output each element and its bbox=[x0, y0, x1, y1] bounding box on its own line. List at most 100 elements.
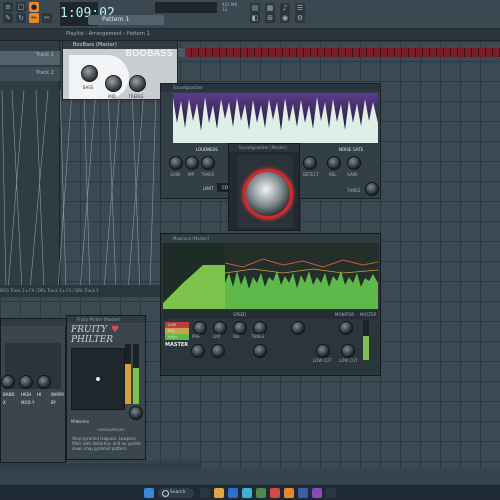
piano-roll-icon[interactable]: ♪ bbox=[280, 3, 290, 13]
playlist-icon[interactable]: ☰ bbox=[295, 3, 305, 13]
cpu-meter bbox=[155, 2, 217, 13]
main-knob[interactable] bbox=[243, 169, 293, 219]
file-icon[interactable]: □ bbox=[16, 2, 26, 12]
limit-label: LIMIT bbox=[203, 186, 214, 191]
window-title[interactable]: Maximus (Master) bbox=[161, 234, 380, 243]
plugin-name: FRUITY PHILTER bbox=[71, 325, 114, 345]
gate-gain-knob[interactable] bbox=[347, 156, 361, 170]
mixer-icon[interactable]: ▤ bbox=[250, 3, 260, 13]
high-knob[interactable] bbox=[19, 375, 33, 389]
track-2-label: Track 2 bbox=[36, 70, 54, 76]
plugin-icon[interactable]: ⊞ bbox=[265, 13, 275, 23]
lmt-label: LMT bbox=[213, 334, 222, 339]
rel-label: REL bbox=[329, 172, 337, 177]
app-icon[interactable] bbox=[256, 488, 266, 498]
app-icon-5[interactable] bbox=[326, 488, 336, 498]
window-title[interactable]: Soundgoodizer bbox=[161, 84, 380, 92]
philter-meter bbox=[125, 344, 131, 404]
band-high[interactable]: HIGH bbox=[165, 334, 189, 340]
edge-icon[interactable] bbox=[228, 488, 238, 498]
master-tab[interactable]: MASTER bbox=[360, 310, 376, 319]
low-cut-knob-2[interactable] bbox=[316, 344, 330, 358]
high-label: HIGH bbox=[21, 392, 32, 397]
noise-gate-label: NOISE GATE bbox=[339, 147, 364, 152]
cpu-value: 441 MB 13 bbox=[222, 2, 238, 12]
boobass-title[interactable]: BooBass (Master) bbox=[63, 41, 177, 49]
window-title[interactable]: Fruity Philter (Master) bbox=[67, 316, 145, 323]
monitor-label[interactable]: MONITOR bbox=[335, 310, 354, 319]
rel-knob[interactable] bbox=[327, 156, 341, 170]
channel-rack-icon[interactable]: ▦ bbox=[265, 3, 275, 13]
detect-label: DETECT bbox=[303, 172, 319, 177]
fl-studio-icon[interactable] bbox=[284, 488, 294, 498]
master-label: MASTER bbox=[165, 342, 189, 348]
mid-knob[interactable] bbox=[105, 75, 122, 92]
spectrum-graph bbox=[163, 243, 378, 309]
paint-icon[interactable]: ✏ bbox=[29, 13, 39, 23]
timeline-ruler[interactable] bbox=[185, 48, 500, 57]
preset-description: Step pyramid lowpass. Lowpass filter wit… bbox=[72, 436, 141, 451]
menu-icon[interactable]: ≡ bbox=[3, 2, 13, 12]
high-cut-knob[interactable] bbox=[341, 344, 355, 358]
thres-label: THRES bbox=[251, 334, 265, 339]
start-icon[interactable] bbox=[144, 488, 154, 498]
pre-knob[interactable] bbox=[193, 321, 207, 335]
low-cut-knob[interactable] bbox=[339, 321, 353, 335]
task-view-icon[interactable] bbox=[200, 488, 210, 498]
mod-y-label: MOD Y bbox=[21, 400, 35, 405]
thres-knob[interactable] bbox=[253, 321, 267, 335]
spectrum-display bbox=[163, 243, 378, 309]
mode-label[interactable]: Midsome bbox=[71, 419, 89, 424]
mp-knob[interactable] bbox=[185, 156, 199, 170]
gain-knob[interactable] bbox=[169, 156, 183, 170]
hi-knob[interactable] bbox=[37, 375, 51, 389]
store-icon[interactable] bbox=[242, 488, 252, 498]
post-knob[interactable] bbox=[191, 344, 205, 358]
dec-knob[interactable] bbox=[253, 344, 267, 358]
loop-icon[interactable]: ↻ bbox=[16, 13, 26, 23]
warm-label: WARM bbox=[51, 392, 64, 397]
file-explorer-icon[interactable] bbox=[214, 488, 224, 498]
xy-handle[interactable] bbox=[96, 377, 100, 381]
record-icon[interactable]: ● bbox=[29, 2, 39, 12]
waveform bbox=[173, 93, 378, 131]
cut-icon[interactable]: ✂ bbox=[42, 13, 52, 23]
mix-knob[interactable] bbox=[211, 344, 225, 358]
lmt-knob[interactable] bbox=[213, 321, 227, 335]
maximus-window: Maximus (Master) SPEED MONITOR MASTER LO… bbox=[160, 233, 381, 376]
panel-header[interactable] bbox=[1, 319, 67, 326]
pre-label: PRE bbox=[192, 334, 200, 339]
status-strip bbox=[0, 463, 200, 471]
bass-knob[interactable] bbox=[81, 65, 98, 82]
main-toolbar: ≡ □ ● ✎ ↻ ✏ ✂ 1:09:02 Pattern 1 441 MB 13… bbox=[0, 0, 500, 29]
window-title[interactable]: Soundgoodizer (Master) bbox=[229, 144, 299, 152]
app-icon-2[interactable] bbox=[270, 488, 280, 498]
settings-icon[interactable]: ⚙ bbox=[295, 13, 305, 23]
speed-label: SPEED bbox=[233, 312, 247, 317]
band-knob[interactable] bbox=[291, 321, 305, 335]
treble-knob[interactable] bbox=[129, 75, 146, 92]
gate-thres-knob[interactable] bbox=[365, 182, 379, 196]
oversampling-label[interactable]: OVERSAMPLING bbox=[97, 428, 125, 432]
pattern-selector[interactable]: Pattern 1 bbox=[88, 15, 164, 25]
eq-panel: BAND HIGH HI WARM X MOD Y BY bbox=[0, 318, 67, 463]
philter-meter-2 bbox=[133, 344, 139, 404]
browser-icon[interactable]: ◧ bbox=[250, 13, 260, 23]
mix-knob[interactable] bbox=[129, 406, 143, 420]
xy-pad[interactable] bbox=[71, 348, 125, 410]
hi-label: HI bbox=[37, 392, 42, 397]
detect-knob[interactable] bbox=[303, 156, 317, 170]
heart-icon: ♥ bbox=[111, 325, 120, 335]
bass-label: BASS bbox=[82, 85, 94, 90]
band-knob[interactable] bbox=[1, 375, 15, 389]
app-icon-4[interactable] bbox=[312, 488, 322, 498]
band-label: BAND bbox=[3, 392, 15, 397]
rel-knob[interactable] bbox=[233, 321, 247, 335]
thres-knob[interactable] bbox=[201, 156, 215, 170]
plugin-body bbox=[237, 155, 293, 228]
tool-icon[interactable]: ✎ bbox=[3, 13, 13, 23]
thres-label: THRES bbox=[201, 172, 215, 177]
app-icon-3[interactable] bbox=[298, 488, 308, 498]
mic-icon[interactable]: ◉ bbox=[280, 13, 290, 23]
treble-label: TREBLE bbox=[128, 94, 144, 99]
